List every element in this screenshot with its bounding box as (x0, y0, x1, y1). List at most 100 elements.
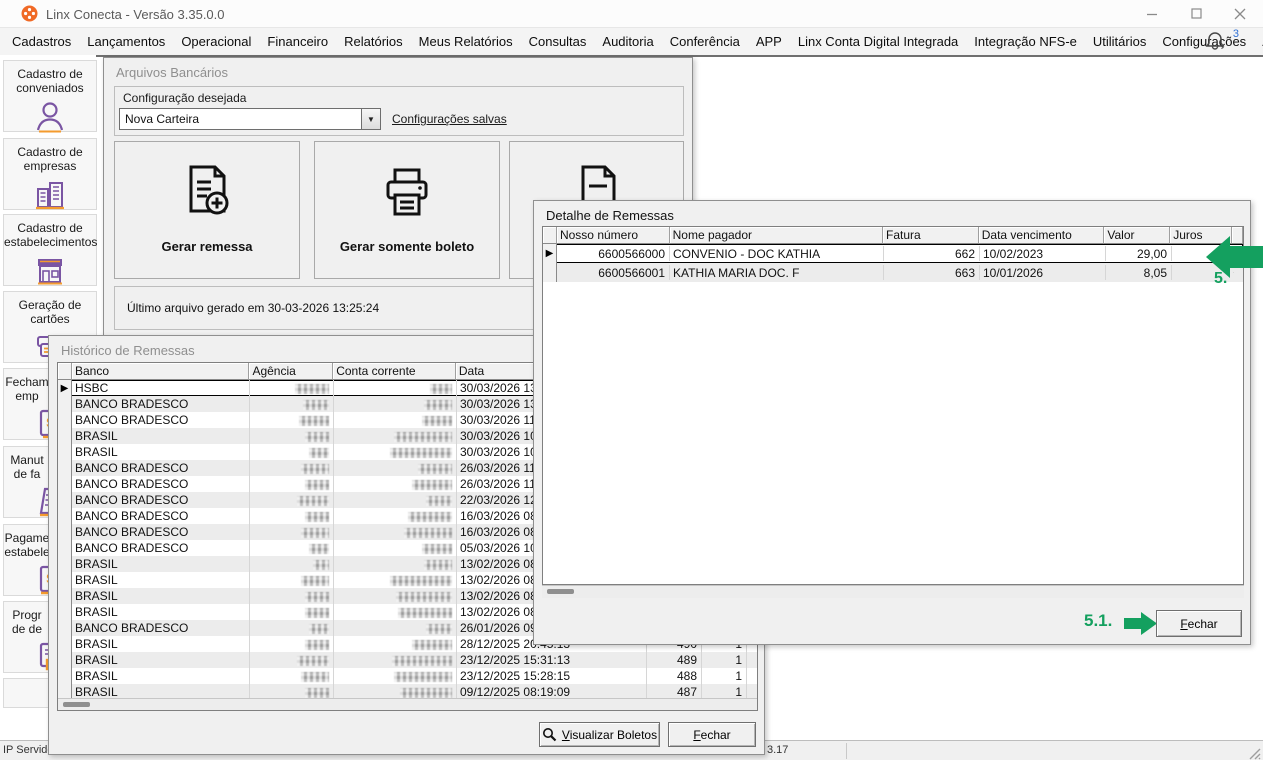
column-header-data-vencimento[interactable]: Data vencimento (978, 227, 1105, 244)
menu-item-integracao-nfs-e[interactable]: Integração NFS-e (966, 29, 1085, 54)
cell (334, 380, 457, 396)
column-header-fatura[interactable]: Fatura (883, 227, 979, 244)
sidebar-item-label: Geração de cartões (18, 298, 82, 326)
redacted-agencia (295, 383, 329, 394)
window-title[interactable]: Histórico de Remessas (61, 343, 195, 358)
cell (250, 476, 334, 492)
column-header-conta-corrente[interactable]: Conta corrente (333, 363, 456, 380)
historico-fechar-button[interactable]: Fechar (668, 722, 756, 747)
cell: BRASIL (72, 556, 250, 572)
cell: BANCO BRADESCO (72, 492, 250, 508)
cell: 6600566000 (557, 246, 670, 261)
menu-item-conferencia[interactable]: Conferência (662, 29, 748, 54)
chevron-down-icon[interactable]: ▼ (361, 109, 380, 129)
redacted-agencia (305, 591, 329, 602)
button-label: Fechar (693, 727, 731, 742)
gerar-somente-boleto-button[interactable]: Gerar somente boleto (314, 141, 500, 279)
historico-hscrollbar[interactable] (58, 698, 757, 710)
menu-item-cadastros[interactable]: Cadastros (4, 29, 79, 54)
config-combobox[interactable]: Nova Carteira ▼ (119, 108, 381, 130)
column-header-agencia[interactable]: Agência (249, 363, 334, 380)
menu-item-app[interactable]: APP (748, 29, 790, 54)
row-selector (58, 668, 72, 684)
detalhe-fechar-button[interactable]: Fechar (1156, 610, 1242, 637)
menu-item-lancamentos[interactable]: Lançamentos (79, 29, 173, 54)
cell: BANCO BRADESCO (72, 412, 250, 428)
sidebar-item-cadastro-de-estabelecimentos[interactable]: Cadastro de estabelecimentos (3, 214, 97, 286)
redacted-conta-corrente (412, 479, 452, 490)
resize-grip-icon[interactable] (1247, 746, 1261, 760)
redacted-conta-corrente (392, 655, 452, 666)
historico-row[interactable]: BRASIL 23/12/2025 15:31:13 489 1 (58, 652, 757, 668)
cell (250, 428, 334, 444)
window-title[interactable]: Detalhe de Remessas (546, 208, 674, 223)
bell-icon (1205, 32, 1225, 50)
cell (250, 492, 334, 508)
column-header-valor[interactable]: Valor (1104, 227, 1171, 244)
redacted-conta-corrente (424, 399, 452, 410)
redacted-agencia (297, 655, 329, 666)
printer-icon (386, 168, 428, 216)
cell (250, 460, 334, 476)
menu-bar: Cadastros Lançamentos Operacional Financeir… (0, 28, 1263, 55)
menu-item-auditoria[interactable]: Auditoria (594, 29, 661, 54)
cell (334, 588, 457, 604)
cell (250, 572, 334, 588)
sidebar-item-cadastro-de-conveniados[interactable]: Cadastro de conveniados (3, 60, 97, 133)
sidebar-item-cadastro-de-empresas[interactable]: Cadastro de empresas (3, 138, 97, 210)
detalhe-hscrollbar-thumb[interactable] (547, 589, 574, 594)
redacted-conta-corrente (430, 383, 452, 394)
close-button[interactable] (1218, 0, 1262, 27)
detalhe-row[interactable]: 6600566001 KATHIA MARIA DOC. F 663 10/01/20… (543, 263, 1243, 282)
menu-item-linx-conta-digital-integrada[interactable]: Linx Conta Digital Integrada (790, 29, 966, 54)
historico-row[interactable]: BRASIL 23/12/2025 15:28:15 488 1 (58, 668, 757, 684)
detalhe-hscrollbar[interactable] (542, 585, 1244, 598)
redacted-agencia (301, 463, 329, 474)
title-bar[interactable]: Linx Conecta - Versão 3.35.0.0 (0, 0, 1263, 28)
column-header-nome-pagador[interactable]: Nome pagador (669, 227, 884, 244)
current-row-marker-icon: ▶ (545, 248, 554, 259)
cell: BRASIL (72, 444, 250, 460)
redacted-agencia (301, 527, 329, 538)
redacted-conta-corrente (398, 607, 452, 618)
column-header-nosso-numero[interactable]: Nosso número (556, 227, 670, 244)
sidebar-item-label: Cadastro de conveniados (16, 67, 84, 95)
menu-item-relatorios[interactable]: Relatórios (336, 29, 411, 54)
notifications-button[interactable]: 3 (1205, 28, 1239, 54)
visualizar-boletos-button[interactable]: Visualizar Boletos (539, 722, 660, 747)
redacted-conta-corrente (390, 447, 452, 458)
maximize-button[interactable] (1174, 0, 1218, 27)
menu-item-meus-relatorios[interactable]: Meus Relatórios (411, 29, 521, 54)
row-selector (58, 636, 72, 652)
current-row-marker-icon: ▶ (60, 383, 69, 394)
window-title[interactable]: Arquivos Bancários (116, 65, 228, 80)
column-header-empty[interactable] (543, 227, 557, 244)
sidebar-item-label: Progr de de (11, 608, 43, 636)
cell (250, 668, 334, 684)
minimize-button[interactable] (1130, 0, 1174, 27)
menu-item-operacional[interactable]: Operacional (173, 29, 259, 54)
menu-item-consultas[interactable]: Consultas (521, 29, 595, 54)
cell: BRASIL (72, 572, 250, 588)
row-selector (58, 572, 72, 588)
column-header-banco[interactable]: Banco (71, 363, 250, 380)
button-label: Visualizar Boletos (561, 727, 658, 742)
detalhe-grid-header: Nosso número Nome pagador Fatura Data venci… (543, 227, 1243, 244)
gerar-remessa-button[interactable]: Gerar remessa (114, 141, 300, 279)
column-header-empty[interactable] (58, 363, 72, 380)
row-selector (58, 604, 72, 620)
status-divider (846, 743, 847, 759)
row-selector (58, 444, 72, 460)
redacted-agencia (297, 495, 329, 506)
cell: BRASIL (72, 588, 250, 604)
cell (334, 604, 457, 620)
menu-item-ajuda[interactable]: Ajuda (1254, 29, 1263, 54)
notification-count-badge: 3 (1232, 28, 1239, 40)
configuracoes-salvas-link[interactable]: Configurações salvas (392, 112, 507, 126)
historico-hscrollbar-thumb[interactable] (63, 702, 90, 707)
menu-item-financeiro[interactable]: Financeiro (259, 29, 336, 54)
cell: 1 (702, 652, 747, 668)
menu-item-utilitarios[interactable]: Utilitários (1085, 29, 1154, 54)
cell (334, 556, 457, 572)
detalhe-row[interactable]: ▶ 6600566000 CONVENIO - DOC KATHIA 662 10/02… (543, 244, 1243, 263)
